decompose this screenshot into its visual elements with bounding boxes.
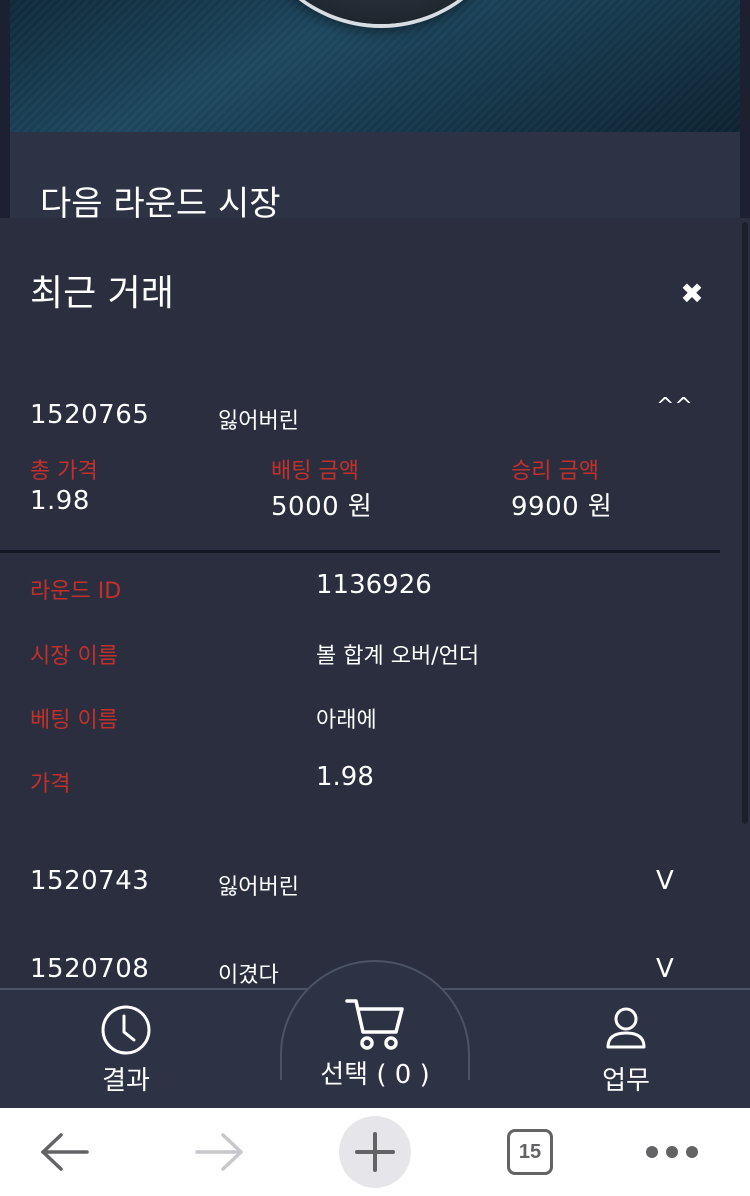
bet-amount-value: 5000 원 bbox=[271, 492, 373, 522]
tab-count: 15 bbox=[507, 1129, 553, 1175]
collapse-toggle[interactable]: ^^ bbox=[656, 394, 693, 419]
win-amount-label: 승리 금액 bbox=[511, 459, 599, 484]
nav-results-label: 결과 bbox=[102, 1066, 150, 1096]
back-button[interactable] bbox=[30, 1108, 100, 1196]
scrollbar[interactable] bbox=[742, 222, 748, 824]
trade-id[interactable]: 1520708 bbox=[30, 954, 149, 984]
nav-account[interactable]: 업무 bbox=[574, 1006, 678, 1097]
clock-icon bbox=[101, 1005, 151, 1055]
page-edge-left bbox=[0, 0, 10, 218]
bet-name-value: 아래에 bbox=[316, 708, 377, 733]
trade-id[interactable]: 1520743 bbox=[30, 866, 149, 896]
forward-arrow-icon bbox=[195, 1133, 243, 1171]
panel-title: 최근 거래 bbox=[30, 273, 174, 314]
hero-ball-image bbox=[248, 0, 514, 24]
back-arrow-icon bbox=[41, 1133, 89, 1171]
trade-id[interactable]: 1520765 bbox=[30, 400, 149, 430]
price-value: 1.98 bbox=[316, 762, 374, 792]
expand-toggle[interactable]: V bbox=[656, 866, 674, 896]
total-price-label: 총 가격 bbox=[30, 459, 98, 484]
bet-name-label: 베팅 이름 bbox=[30, 708, 118, 733]
hero-banner bbox=[10, 0, 740, 132]
next-round-market-header: 다음 라운드 시장 bbox=[10, 132, 740, 224]
browser-toolbar: 15 bbox=[0, 1108, 750, 1196]
more-icon bbox=[646, 1146, 698, 1158]
market-name-label: 시장 이름 bbox=[30, 644, 118, 669]
bet-amount-label: 배팅 금액 bbox=[271, 459, 359, 484]
nav-results[interactable]: 결과 bbox=[74, 1004, 178, 1097]
trade-status: 잃어버린 bbox=[218, 409, 299, 434]
plus-icon bbox=[355, 1132, 395, 1172]
recent-trades-panel: 최근 거래 ✖ 1520765 잃어버린 ^^ 총 가격 1.98 배팅 금액 … bbox=[0, 218, 740, 990]
close-icon[interactable]: ✖ bbox=[676, 278, 708, 310]
tabs-button[interactable]: 15 bbox=[504, 1108, 556, 1196]
round-id-label: 라운드 ID bbox=[30, 579, 122, 604]
trade-status: 잃어버린 bbox=[218, 875, 299, 900]
nav-selection[interactable]: 선택 ( 0 ) bbox=[300, 996, 450, 1091]
plus-circle bbox=[339, 1116, 411, 1188]
price-label: 가격 bbox=[30, 772, 71, 797]
total-price-value: 1.98 bbox=[30, 486, 90, 516]
trade-status: 이겼다 bbox=[218, 963, 279, 988]
nav-selection-label: 선택 ( 0 ) bbox=[320, 1060, 430, 1090]
expand-toggle[interactable]: V bbox=[656, 954, 674, 984]
user-icon bbox=[606, 1007, 646, 1049]
page-edge-right bbox=[740, 0, 750, 218]
nav-account-label: 업무 bbox=[602, 1066, 650, 1096]
market-name-value: 볼 합계 오버/언더 bbox=[316, 644, 480, 669]
win-amount-value: 9900 원 bbox=[511, 492, 613, 522]
more-button[interactable] bbox=[640, 1108, 704, 1196]
divider bbox=[0, 550, 720, 553]
new-tab-button[interactable] bbox=[338, 1108, 412, 1196]
round-id-value: 1136926 bbox=[316, 570, 432, 600]
forward-button[interactable] bbox=[184, 1108, 254, 1196]
cart-icon bbox=[345, 999, 404, 1050]
